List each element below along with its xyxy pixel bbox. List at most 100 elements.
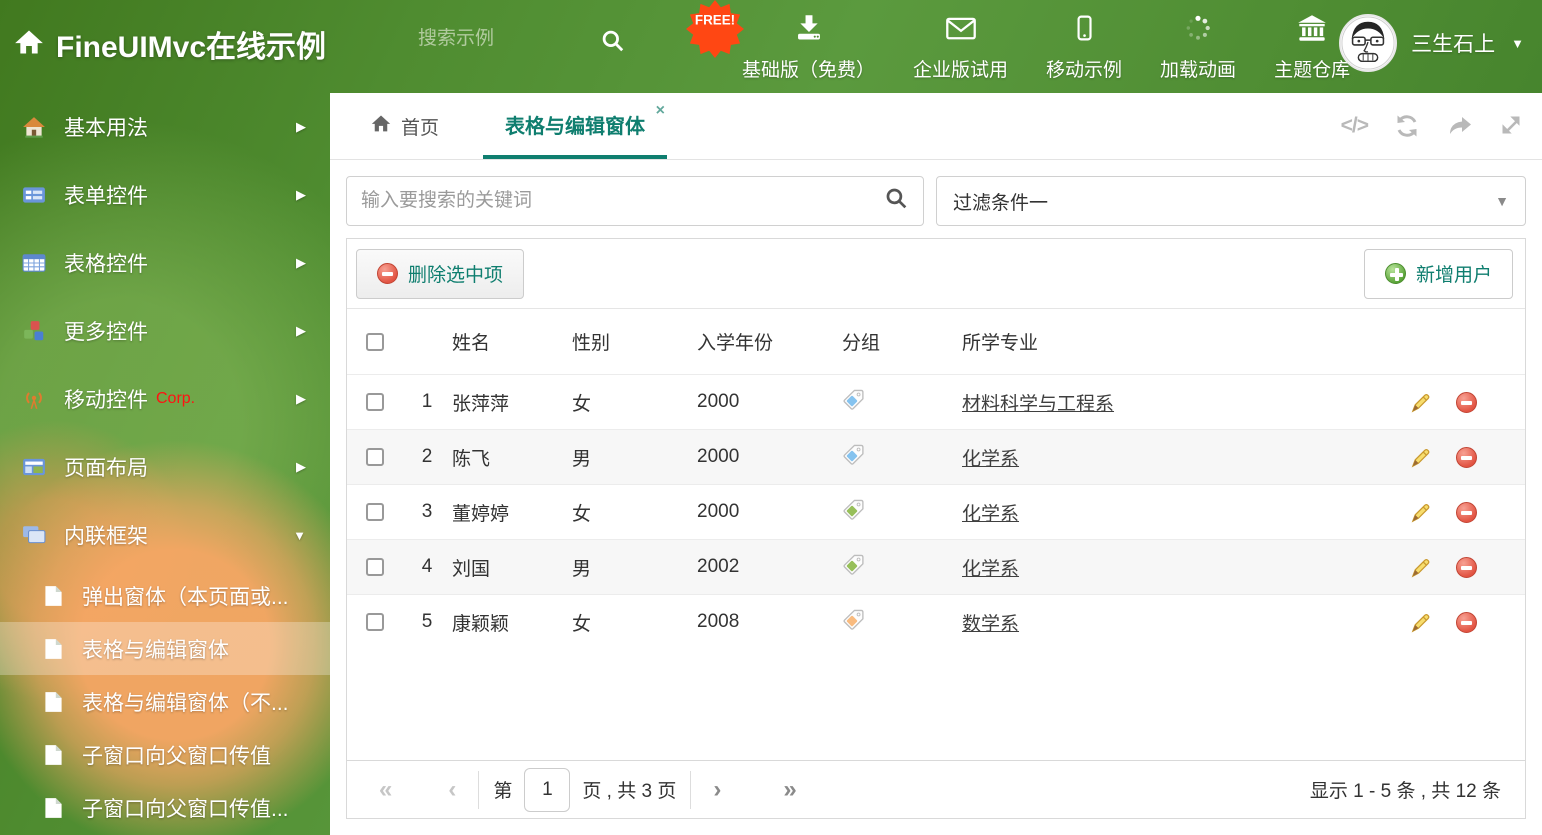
search-icon[interactable] [884, 186, 909, 216]
table-row: 1 张萍萍 女 2000 材料科学与工程系 [347, 374, 1525, 429]
chevron-right-icon: ▶ [296, 119, 306, 134]
row-checkbox[interactable] [365, 503, 384, 521]
tab-grid-edit-window[interactable]: 表格与编辑窗体 × [483, 93, 668, 159]
keyword-search-box[interactable] [346, 176, 924, 226]
sidebar-item-label: 页面布局 [64, 457, 148, 480]
nav-loading-animation[interactable]: 加载动画 [1160, 14, 1236, 82]
major-link[interactable]: 化学系 [962, 504, 1019, 525]
nav-basic-free[interactable]: 基础版（免费） [742, 14, 875, 82]
row-checkbox[interactable] [365, 613, 384, 631]
expand-icon[interactable] [1500, 114, 1524, 138]
delete-icon[interactable] [1456, 391, 1477, 413]
nav-mobile-demo[interactable]: 移动示例 [1046, 14, 1122, 82]
cell-year: 2000 [697, 501, 740, 522]
sidebar-item-more-controls[interactable]: 更多控件 ▶ [0, 297, 330, 365]
column-header-gender[interactable]: 性别 [572, 328, 697, 355]
home-icon [370, 113, 392, 139]
refresh-icon[interactable] [1394, 113, 1420, 139]
tag-icon [842, 388, 865, 411]
delete-button-label: 删除选中项 [408, 265, 504, 286]
last-page-button[interactable]: » [775, 776, 804, 804]
sidebar-subitem-popup-window[interactable]: 弹出窗体（本页面或... [0, 569, 330, 622]
chevron-right-icon: ▶ [296, 459, 306, 474]
row-checkbox[interactable] [365, 558, 384, 576]
select-all-checkbox[interactable] [365, 332, 384, 351]
chevron-down-icon: ▼ [1511, 35, 1524, 51]
sidebar-item-label: 表单控件 [64, 185, 148, 208]
row-checkbox[interactable] [365, 448, 384, 466]
delete-icon[interactable] [1456, 501, 1477, 523]
column-header-group[interactable]: 分组 [842, 328, 962, 355]
user-menu[interactable]: 三生石上 ▼ [1339, 14, 1524, 72]
delete-icon[interactable] [1456, 556, 1477, 578]
user-name: 三生石上 [1411, 33, 1496, 56]
page-icon [44, 691, 64, 713]
column-header-major[interactable]: 所学专业 [962, 328, 1409, 355]
sidebar-item-page-layout[interactable]: 页面布局 ▶ [0, 433, 330, 501]
tag-icon [842, 608, 865, 631]
add-user-button[interactable]: 新增用户 [1363, 248, 1513, 299]
bank-icon [1297, 14, 1327, 47]
chevron-down-icon: ▼ [1495, 193, 1509, 209]
view-source-icon[interactable]: </> [1341, 114, 1369, 138]
edit-icon[interactable] [1409, 556, 1432, 579]
search-icon[interactable] [600, 28, 626, 59]
avatar [1339, 14, 1398, 72]
keyword-search-input[interactable] [361, 190, 884, 212]
cell-name: 张萍萍 [452, 393, 510, 415]
chevron-right-icon: ▶ [296, 323, 306, 338]
row-number: 2 [421, 446, 433, 467]
major-link[interactable]: 化学系 [962, 559, 1019, 580]
edit-icon[interactable] [1409, 446, 1432, 469]
sidebar-subitem-grid-edit-window-2[interactable]: 表格与编辑窗体（不... [0, 675, 330, 728]
cell-gender: 女 [572, 503, 592, 525]
layout-icon [22, 457, 48, 477]
top-header: FineUIMvc在线示例 FREE! 基础版（免费） 企业 [0, 0, 1542, 93]
delete-icon[interactable] [1456, 446, 1477, 468]
plus-icon [1384, 263, 1406, 284]
row-checkbox[interactable] [365, 393, 384, 411]
sidebar-item-basic-usage[interactable]: 基本用法 ▶ [0, 93, 330, 161]
filter-dropdown[interactable]: 过滤条件一 ▼ [936, 176, 1526, 226]
row-number: 3 [421, 501, 433, 522]
app-logo[interactable]: FineUIMvc在线示例 [14, 22, 326, 66]
major-link[interactable]: 数学系 [962, 614, 1019, 635]
delete-icon[interactable] [1456, 611, 1477, 633]
sidebar-subitem-child-to-parent[interactable]: 子窗口向父窗口传值 [0, 728, 330, 781]
header-search-input[interactable] [418, 28, 588, 50]
cell-gender: 男 [572, 448, 592, 470]
edit-icon[interactable] [1409, 391, 1432, 414]
nav-label: 企业版试用 [913, 60, 1009, 81]
column-header-year[interactable]: 入学年份 [697, 328, 842, 355]
sidebar-subitem-grid-edit-window[interactable]: 表格与编辑窗体 [0, 622, 330, 675]
next-page-button[interactable]: › [705, 776, 729, 804]
sidebar-item-grid-controls[interactable]: 表格控件 ▶ [0, 229, 330, 297]
major-link[interactable]: 材料科学与工程系 [962, 394, 1114, 415]
header-nav: 基础版（免费） 企业版试用 移动示例 加载动画 主题仓库 [742, 14, 1350, 82]
sidebar-item-form-controls[interactable]: 表单控件 ▶ [0, 161, 330, 229]
cell-gender: 女 [572, 393, 592, 415]
major-link[interactable]: 化学系 [962, 449, 1019, 470]
sidebar-subitem-child-to-parent-2[interactable]: 子窗口向父窗口传值... [0, 781, 330, 834]
prev-page-button[interactable]: ‹ [440, 776, 464, 804]
share-icon[interactable] [1446, 114, 1474, 138]
nav-enterprise-trial[interactable]: 企业版试用 [913, 14, 1008, 82]
delete-selected-button[interactable]: 删除选中项 [356, 248, 525, 299]
sidebar-subitem-label: 子窗口向父窗口传值 [82, 744, 271, 768]
page-number-input[interactable] [524, 767, 571, 812]
cell-year: 2002 [697, 556, 740, 577]
sidebar-item-mobile-controls[interactable]: 移动控件 Corp. ▶ [0, 365, 330, 433]
first-page-button[interactable]: « [371, 776, 400, 804]
tab-home[interactable]: 首页 [358, 93, 451, 159]
edit-icon[interactable] [1409, 611, 1432, 634]
antenna-icon [22, 388, 48, 410]
sidebar-item-label: 基本用法 [64, 117, 148, 140]
edit-icon[interactable] [1409, 501, 1432, 524]
cell-name: 董婷婷 [452, 503, 510, 525]
sidebar-item-iframe[interactable]: 内联框架 ▼ [0, 501, 330, 569]
record-summary: 显示 1 - 5 条 , 共 12 条 [1309, 781, 1501, 802]
column-header-name[interactable]: 姓名 [452, 328, 572, 355]
svg-text:FREE!: FREE! [695, 13, 735, 28]
nav-label: 移动示例 [1046, 60, 1123, 81]
close-icon[interactable]: × [656, 102, 665, 120]
